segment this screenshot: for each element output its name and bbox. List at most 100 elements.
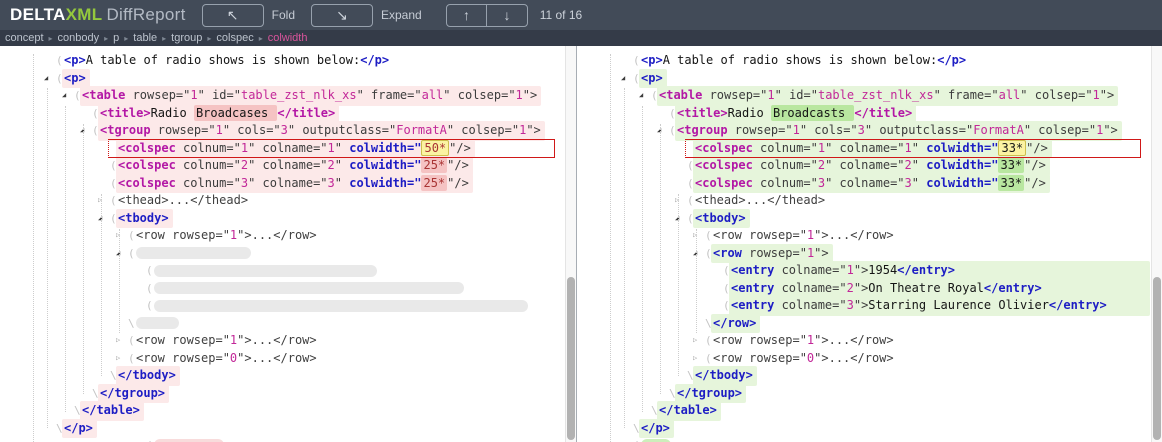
code-line: (<entry colname="1">1954</entry> [577, 262, 1150, 280]
code-line: (<entry colname="3">Starring Laurence Ol… [577, 297, 1150, 315]
expand-arrow-icon: ↘ [336, 7, 348, 24]
hidden-content-placeholder [136, 317, 179, 329]
diff-value-chip: 25* [421, 175, 447, 191]
scrollbar-thumb[interactable] [1153, 277, 1161, 440]
app-logo: DELTAXMLDiffReport [10, 5, 186, 25]
breadcrumb-item-current[interactable]: colwidth [268, 32, 308, 44]
indent-guide [101, 194, 102, 376]
indent-guide [83, 124, 84, 394]
vertical-scrollbar[interactable] [565, 46, 576, 442]
code-token: colnum=" [753, 176, 818, 190]
code-line: \</tbody> [577, 367, 1150, 385]
breadcrumb-separator-icon: ▸ [259, 34, 263, 43]
fold-toggle-icon[interactable]: ◢ [639, 87, 651, 105]
fold-toggle-icon[interactable]: ◢ [657, 122, 669, 140]
code-token: <p> [641, 71, 663, 85]
breadcrumb-item-conbody[interactable]: conbody [58, 32, 100, 44]
code-line: (<colspec colnum="3" colname="3" colwidt… [0, 175, 564, 193]
code-line: \</tgroup> [0, 385, 564, 403]
code-token: " colsep=" [1020, 88, 1092, 102]
code-line: ▷(<row rowsep="0">...</row> [577, 350, 1150, 368]
arrow-down-icon: ↓ [503, 7, 510, 23]
line-content: <entry colname="1">1954</entry> [729, 261, 1150, 281]
line-content: <table rowsep="1" id="table_zst_nlk_xs" … [657, 86, 1118, 106]
fold-toggle-icon[interactable]: ◢ [693, 245, 705, 263]
fold-button[interactable]: ↖ [202, 4, 264, 27]
line-content: <row rowsep="1">...</row> [711, 226, 898, 246]
breadcrumb-item-concept[interactable]: concept [5, 32, 44, 44]
code-token: colnum=" [176, 141, 241, 155]
code-token: "/> [1026, 141, 1048, 155]
code-token: colwidth=" [349, 141, 421, 155]
breadcrumb-item-table[interactable]: table [133, 32, 157, 44]
line-content: <p>A table of radio shows is shown below… [62, 51, 393, 71]
breadcrumb-item-colspec[interactable]: colspec [216, 32, 253, 44]
code-token: FormatA [973, 123, 1024, 137]
diff-nav-control: ↑ ↓ [446, 4, 528, 27]
fold-toggle-icon[interactable]: ◢ [44, 70, 56, 88]
line-content: <colspec colnum="2" colname="2" colwidth… [693, 156, 1050, 176]
scrollbar-thumb[interactable] [567, 277, 575, 440]
code-token: ">...</row> [237, 228, 316, 242]
code-token: 1954 [868, 263, 897, 277]
fold-toggle-icon[interactable]: ◢ [62, 87, 74, 105]
code-line: ▷(<row rowsep="1">...</row> [577, 332, 1150, 350]
fold-toggle-icon[interactable]: ▷ [693, 332, 705, 350]
code-token: ">...</row> [814, 228, 893, 242]
breadcrumb-item-p[interactable]: p [113, 32, 119, 44]
code-token: "> [814, 246, 828, 260]
code-token: rowsep=" [742, 246, 807, 260]
line-content: <row rowsep="1">...</row> [134, 226, 321, 246]
fold-toggle-icon[interactable]: ◢ [621, 70, 633, 88]
code-token: <row rowsep=" [713, 228, 807, 242]
diff-counter: 11 of 16 [540, 8, 582, 22]
indent-guide [696, 229, 697, 333]
fold-toggle-icon[interactable]: ▷ [116, 332, 128, 350]
code-line: (<colspec colnum="2" colname="2" colwidt… [577, 157, 1150, 175]
diff-value-chip: 33* [998, 140, 1026, 156]
code-line: \</table> [0, 402, 564, 420]
previous-diff-button[interactable]: ↑ [447, 5, 487, 26]
line-content: <p>A table of radio shows is shown below… [639, 51, 970, 71]
code-token: all [999, 88, 1021, 102]
code-token: 3 [847, 298, 854, 312]
code-token: <tbody> [695, 211, 746, 225]
code-token: "> [1100, 88, 1114, 102]
code-token: <tgroup [100, 123, 151, 137]
brand-delta: DELTA [10, 5, 66, 24]
code-token: "> [854, 263, 868, 277]
code-token: "/> [1024, 158, 1046, 172]
line-content: <table rowsep="1" id="table_zst_nlk_xs" … [80, 86, 541, 106]
code-token: On Theatre Royal [868, 281, 984, 295]
fold-toggle-icon[interactable]: ▷ [675, 192, 687, 210]
code-token: 3 [818, 176, 825, 190]
code-token: <title> [677, 106, 728, 120]
code-token: 3 [858, 123, 865, 137]
code-line: (<p>A table of radio shows is shown belo… [0, 52, 564, 70]
breadcrumb-item-tgroup[interactable]: tgroup [171, 32, 202, 44]
code-token: 1 [847, 263, 854, 277]
expand-button[interactable]: ↘ [311, 4, 373, 27]
fold-toggle-icon[interactable]: ▷ [693, 350, 705, 368]
code-line: (<title>Radio Broadcasts </title> [577, 105, 1150, 123]
code-token: " frame=" [357, 88, 422, 102]
fold-toggle-icon[interactable]: ▷ [116, 227, 128, 245]
fold-toggle-icon[interactable]: ◢ [675, 210, 687, 228]
fold-toggle-icon[interactable]: ◢ [98, 210, 110, 228]
code-token: 3 [328, 176, 335, 190]
fold-toggle-icon[interactable]: ◢ [116, 245, 128, 263]
next-diff-button[interactable]: ↓ [486, 5, 527, 26]
code-token: colwidth=" [926, 176, 998, 190]
vertical-scrollbar[interactable] [1151, 46, 1162, 442]
code-token: " colsep=" [443, 88, 515, 102]
fold-toggle-icon[interactable]: ▷ [693, 227, 705, 245]
code-token: 2 [905, 158, 912, 172]
fold-toggle-icon[interactable]: ▷ [116, 350, 128, 368]
fold-toggle-icon[interactable]: ▷ [98, 192, 110, 210]
fold-toggle-icon[interactable]: ◢ [80, 122, 92, 140]
code-token: 1 [793, 123, 800, 137]
diff-value-chip: 50* [421, 140, 449, 156]
indent-guide [642, 106, 643, 412]
code-line: ( [0, 262, 564, 280]
code-token: 1 [767, 88, 774, 102]
